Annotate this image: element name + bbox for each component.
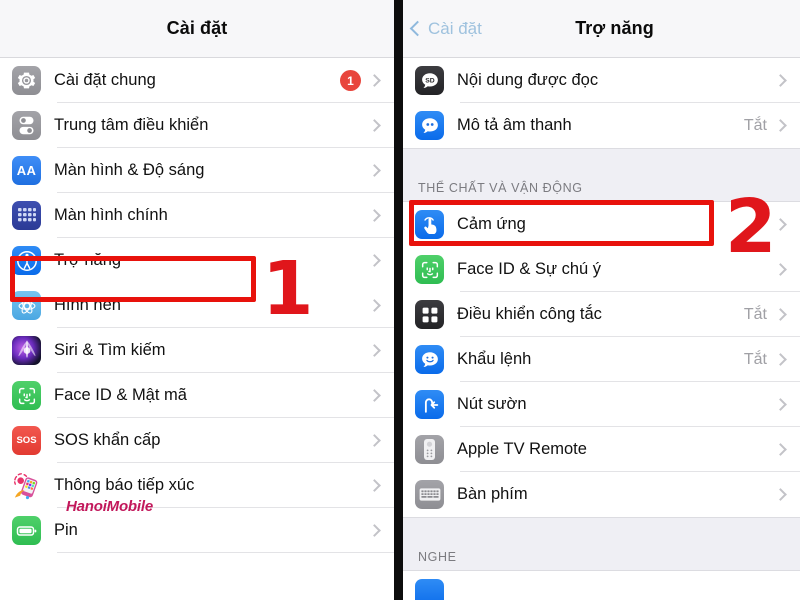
list-item-side-button[interactable]: Nút sườn bbox=[403, 382, 800, 427]
watermark: HanoiMobile bbox=[20, 486, 153, 526]
sidebar-item-label: Face ID & Mật mã bbox=[54, 386, 187, 404]
keyboard-icon bbox=[415, 480, 444, 509]
svg-text:SD: SD bbox=[425, 77, 435, 84]
chevron-left-icon bbox=[409, 20, 426, 37]
sidebar-item-accessibility[interactable]: Trợ năng bbox=[0, 238, 394, 283]
list-item-switch-control[interactable]: Điều khiển công tắc Tắt bbox=[403, 292, 800, 337]
sidebar-item-label: Trung tâm điều khiển bbox=[54, 116, 209, 134]
apple-tv-remote-icon bbox=[415, 435, 444, 464]
display-brightness-icon: AA bbox=[12, 156, 41, 185]
left-navbar: Cài đặt bbox=[0, 0, 394, 58]
badge-count: 1 bbox=[340, 70, 361, 91]
accessibility-icon bbox=[12, 246, 41, 275]
list-item-value: Tắt bbox=[743, 116, 767, 134]
audio-description-icon bbox=[415, 111, 444, 140]
control-center-icon bbox=[12, 111, 41, 140]
accessibility-list: SD Nội dung được đọc Mô tả âm thanh Tắt … bbox=[403, 58, 800, 600]
chevron-right-icon bbox=[774, 398, 787, 411]
back-button-label: Cài đặt bbox=[428, 18, 482, 38]
chevron-right-icon bbox=[774, 308, 787, 321]
chevron-right-icon bbox=[774, 443, 787, 456]
list-item-label: Apple TV Remote bbox=[457, 440, 587, 458]
list-item-label: Bàn phím bbox=[457, 485, 528, 503]
siri-icon bbox=[12, 336, 41, 365]
dual-phone-screenshot: Cài đặt Cài đặt chung 1 Trung tâm điều k… bbox=[0, 0, 800, 600]
panel-divider bbox=[394, 0, 403, 600]
switch-control-icon bbox=[415, 300, 444, 329]
chevron-right-icon bbox=[368, 389, 381, 402]
sidebar-item-display-brightness[interactable]: AA Màn hình & Độ sáng bbox=[0, 148, 394, 193]
sidebar-item-label: Siri & Tìm kiếm bbox=[54, 341, 166, 359]
sidebar-item-face-id-passcode[interactable]: Face ID & Mật mã bbox=[0, 373, 394, 418]
list-item-label: Mô tả âm thanh bbox=[457, 116, 572, 134]
face-id-icon bbox=[415, 255, 444, 284]
list-item-label: Khẩu lệnh bbox=[457, 350, 532, 368]
chevron-right-icon bbox=[774, 74, 787, 87]
left-page-title: Cài đặt bbox=[166, 18, 228, 38]
sidebar-item-label: Màn hình chính bbox=[54, 206, 168, 224]
right-navbar: Cài đặt Trợ năng bbox=[403, 0, 800, 58]
list-item-value: Tắt bbox=[743, 305, 767, 323]
step-number-1: 1 bbox=[262, 246, 314, 332]
list-item-keyboard[interactable]: Bàn phím bbox=[403, 472, 800, 517]
watermark-logo-icon bbox=[20, 486, 64, 526]
touch-icon bbox=[415, 210, 444, 239]
voice-control-icon bbox=[415, 345, 444, 374]
sidebar-item-wallpaper[interactable]: Hình nền bbox=[0, 283, 394, 328]
list-item-hearing-partial[interactable] bbox=[403, 571, 800, 600]
chevron-right-icon bbox=[368, 209, 381, 222]
sidebar-item-home-screen[interactable]: Màn hình chính bbox=[0, 193, 394, 238]
sidebar-item-label: Hình nền bbox=[54, 296, 121, 314]
step-number-2: 2 bbox=[725, 184, 777, 270]
sidebar-item-siri-search[interactable]: Siri & Tìm kiếm bbox=[0, 328, 394, 373]
row-separator bbox=[57, 552, 394, 553]
left-phone-settings-screen: Cài đặt Cài đặt chung 1 Trung tâm điều k… bbox=[0, 0, 394, 600]
sidebar-item-emergency-sos[interactable]: SOS SOS khẩn cấp bbox=[0, 418, 394, 463]
list-item-audio-description[interactable]: Mô tả âm thanh Tắt bbox=[403, 103, 800, 148]
spoken-content-icon: SD bbox=[415, 66, 444, 95]
sidebar-item-label: Màn hình & Độ sáng bbox=[54, 161, 205, 179]
hearing-icon bbox=[415, 579, 444, 600]
chevron-right-icon bbox=[368, 299, 381, 312]
chevron-right-icon bbox=[368, 119, 381, 132]
list-item-label: Điều khiển công tắc bbox=[457, 305, 602, 323]
chevron-right-icon bbox=[368, 434, 381, 447]
home-screen-icon bbox=[12, 201, 41, 230]
chevron-right-icon bbox=[368, 164, 381, 177]
chevron-right-icon bbox=[774, 353, 787, 366]
chevron-right-icon bbox=[368, 254, 381, 267]
section-header-hearing: NGHE bbox=[403, 517, 800, 571]
right-phone-accessibility-screen: Cài đặt Trợ năng SD Nội dung được đọc Mô… bbox=[403, 0, 800, 600]
list-item-apple-tv-remote[interactable]: Apple TV Remote bbox=[403, 427, 800, 472]
sidebar-item-label: Trợ năng bbox=[54, 251, 122, 269]
chevron-right-icon bbox=[368, 479, 381, 492]
list-item-spoken-content[interactable]: SD Nội dung được đọc bbox=[403, 58, 800, 103]
sidebar-item-label: SOS khẩn cấp bbox=[54, 431, 161, 449]
list-item-value: Tắt bbox=[743, 350, 767, 368]
sos-icon: SOS bbox=[12, 426, 41, 455]
list-item-label: Nội dung được đọc bbox=[457, 71, 599, 89]
settings-list: Cài đặt chung 1 Trung tâm điều khiển AA … bbox=[0, 58, 394, 553]
chevron-right-icon bbox=[774, 119, 787, 132]
sidebar-item-general[interactable]: Cài đặt chung 1 bbox=[0, 58, 394, 103]
watermark-text: HanoiMobile bbox=[66, 497, 153, 515]
right-page-title: Trợ năng bbox=[575, 18, 654, 38]
wallpaper-icon bbox=[12, 291, 41, 320]
list-item-voice-control[interactable]: Khẩu lệnh Tắt bbox=[403, 337, 800, 382]
chevron-right-icon bbox=[368, 344, 381, 357]
sidebar-item-control-center[interactable]: Trung tâm điều khiển bbox=[0, 103, 394, 148]
chevron-right-icon bbox=[368, 74, 381, 87]
back-button[interactable]: Cài đặt bbox=[409, 18, 482, 39]
sidebar-item-label: Cài đặt chung bbox=[54, 71, 156, 89]
side-button-icon bbox=[415, 390, 444, 419]
list-item-label: Nút sườn bbox=[457, 395, 527, 413]
chevron-right-icon bbox=[368, 524, 381, 537]
chevron-right-icon bbox=[774, 488, 787, 501]
face-id-icon bbox=[12, 381, 41, 410]
gear-icon bbox=[12, 66, 41, 95]
